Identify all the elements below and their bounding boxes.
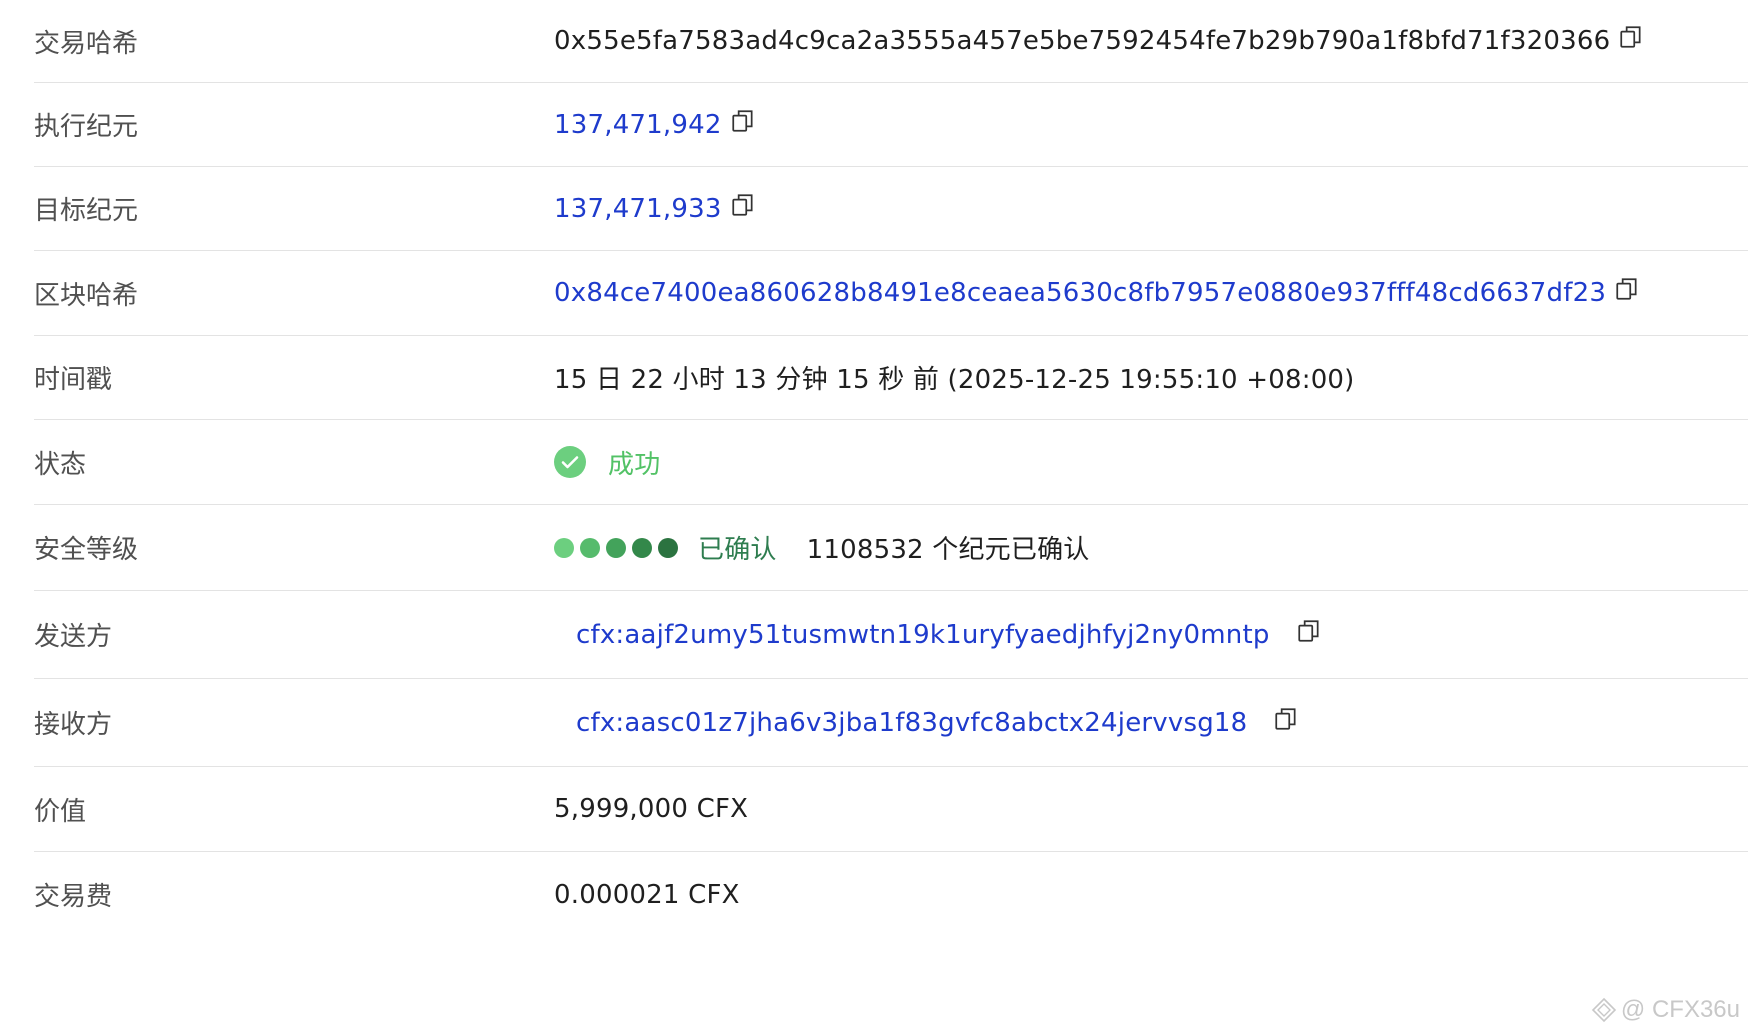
- row-timestamp: 时间戳 15 日 22 小时 13 分钟 15 秒 前 (2025-12-25 …: [34, 336, 1748, 420]
- tx-hash-value: 0x55e5fa7583ad4c9ca2a3555a457e5be7592454…: [554, 26, 1611, 56]
- status-value-wrap: 成功: [554, 444, 660, 481]
- security-confirmed-text: 已确认: [698, 535, 777, 565]
- row-value: 价值 5,999,000 CFX: [34, 767, 1748, 852]
- row-to: 接收方 cfx:aasc01z7jha6v3jba1f83gvfc8abctx2…: [34, 679, 1748, 767]
- fee-amount: 0.000021 CFX: [554, 879, 740, 910]
- from-address-link[interactable]: cfx:aajf2umy51tusmwtn19k1uryfyaedjhfyj2n…: [576, 620, 1270, 650]
- copy-icon[interactable]: [730, 108, 756, 134]
- row-security-level: 安全等级 已确认 1108532 个纪元已确认: [34, 505, 1748, 591]
- security-dot-4: [632, 537, 652, 558]
- copy-icon[interactable]: [1296, 618, 1322, 644]
- check-circle-icon: [554, 446, 586, 478]
- fee-value-wrap: 0.000021 CFX: [554, 880, 740, 910]
- from-value-wrap: cfx:aajf2umy51tusmwtn19k1uryfyaedjhfyj2n…: [554, 620, 1322, 650]
- status-label: 状态: [34, 449, 87, 480]
- fee-label: 交易费: [34, 882, 113, 912]
- target-epoch-link[interactable]: 137,471,933: [554, 194, 722, 224]
- executed-epoch-value-wrap: 137,471,942: [554, 110, 756, 140]
- row-target-epoch: 目标纪元 137,471,933: [34, 167, 1748, 251]
- security-dot-3: [606, 537, 626, 558]
- security-level-value-wrap: 已确认 1108532 个纪元已确认: [554, 529, 1089, 566]
- copy-icon[interactable]: [1614, 276, 1640, 302]
- from-label: 发送方: [34, 622, 113, 652]
- transaction-detail-table: 交易哈希 0x55e5fa7583ad4c9ca2a3555a457e5be75…: [34, 0, 1748, 937]
- row-fee: 交易费 0.000021 CFX: [34, 852, 1748, 937]
- security-dot-5: [658, 537, 678, 558]
- security-level-dots: [554, 537, 684, 558]
- block-hash-label: 区块哈希: [34, 280, 139, 311]
- security-detail-text: 1108532 个纪元已确认: [806, 535, 1090, 565]
- value-amount: 5,999,000 CFX: [554, 794, 749, 824]
- row-status: 状态 成功: [34, 420, 1748, 505]
- copy-icon[interactable]: [730, 192, 756, 218]
- status-badge: 成功: [608, 449, 661, 480]
- security-dot-1: [554, 537, 574, 558]
- executed-epoch-link[interactable]: 137,471,942: [554, 110, 722, 140]
- to-address-link[interactable]: cfx:aasc01z7jha6v3jba1f83gvfc8abctx24jer…: [576, 708, 1247, 738]
- target-epoch-value-wrap: 137,471,933: [554, 194, 756, 224]
- value-value-wrap: 5,999,000 CFX: [554, 794, 748, 824]
- row-tx-hash: 交易哈希 0x55e5fa7583ad4c9ca2a3555a457e5be75…: [34, 0, 1748, 83]
- row-from: 发送方 cfx:aajf2umy51tusmwtn19k1uryfyaedjhf…: [34, 591, 1748, 679]
- watermark-text: @ CFX36u: [1620, 996, 1740, 1023]
- row-executed-epoch: 执行纪元 137,471,942: [34, 83, 1748, 167]
- copy-icon[interactable]: [1618, 24, 1644, 50]
- block-hash-value-wrap: 0x84ce7400ea860628b8491e8ceaea5630c8fb79…: [554, 278, 1640, 308]
- timestamp-value: 15 日 22 小时 13 分钟 15 秒 前 (2025-12-25 19:5…: [554, 365, 1355, 395]
- security-level-label: 安全等级: [34, 535, 139, 565]
- to-value-wrap: cfx:aasc01z7jha6v3jba1f83gvfc8abctx24jer…: [554, 708, 1299, 738]
- block-hash-link[interactable]: 0x84ce7400ea860628b8491e8ceaea5630c8fb79…: [554, 278, 1606, 308]
- copy-icon[interactable]: [1273, 706, 1299, 732]
- executed-epoch-label: 执行纪元: [34, 112, 139, 142]
- timestamp-label: 时间戳: [34, 365, 113, 395]
- tx-hash-label: 交易哈希: [34, 28, 139, 59]
- watermark: @ CFX36u: [1591, 996, 1740, 1024]
- watermark-logo-icon: [1591, 997, 1617, 1023]
- timestamp-value-wrap: 15 日 22 小时 13 分钟 15 秒 前 (2025-12-25 19:5…: [554, 359, 1355, 396]
- value-label: 价值: [34, 796, 87, 827]
- target-epoch-label: 目标纪元: [34, 196, 139, 226]
- security-dot-2: [580, 537, 600, 558]
- row-block-hash: 区块哈希 0x84ce7400ea860628b8491e8ceaea5630c…: [34, 251, 1748, 336]
- tx-hash-value-wrap: 0x55e5fa7583ad4c9ca2a3555a457e5be7592454…: [554, 26, 1644, 56]
- to-label: 接收方: [34, 710, 113, 740]
